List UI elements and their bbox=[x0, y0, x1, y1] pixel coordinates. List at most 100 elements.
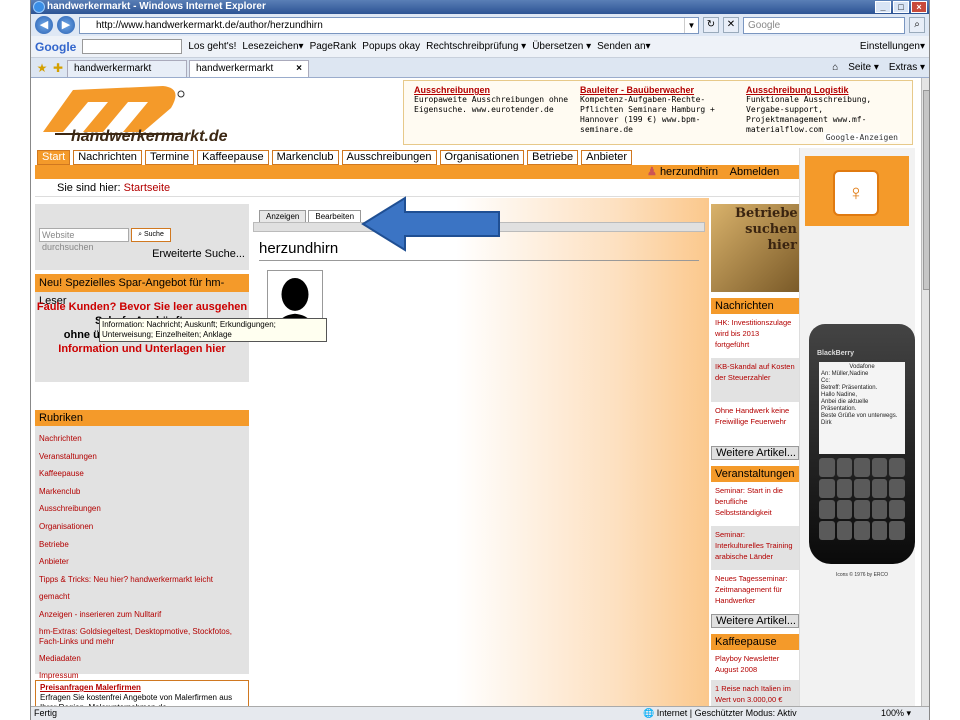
search-panel: Website durchsuchen ⌕ Suche Erweiterte S… bbox=[35, 204, 249, 270]
url-field[interactable]: http://www.handwerkermarkt.de/author/her… bbox=[79, 16, 699, 34]
back-button[interactable]: ◀ bbox=[35, 16, 53, 34]
rubrik-link[interactable]: Betriebe bbox=[39, 536, 245, 554]
username-link[interactable]: herzundhirn bbox=[660, 166, 718, 178]
ad-title[interactable]: Ausschreibung Logistik bbox=[746, 85, 902, 95]
betriebe-promo[interactable]: Betriebe suchen hier bbox=[711, 204, 799, 292]
forward-button[interactable]: ▶ bbox=[57, 16, 75, 34]
nav-betriebe[interactable]: Betriebe bbox=[527, 150, 579, 165]
site-search-button[interactable]: ⌕ Suche bbox=[131, 228, 171, 242]
url-dropdown-icon[interactable]: ▼ bbox=[684, 17, 698, 33]
rubrik-link[interactable]: Anzeigen - inserieren zum Nulltarif bbox=[39, 606, 245, 624]
search-icon[interactable]: ⌕ bbox=[909, 17, 925, 33]
browser-tab[interactable]: handwerkermarkt bbox=[67, 60, 187, 77]
rubrik-link[interactable]: Mediadaten bbox=[39, 650, 245, 668]
stop-icon[interactable]: ✕ bbox=[723, 17, 739, 33]
home-icon[interactable]: ⌂ bbox=[832, 62, 838, 73]
rubrik-link[interactable]: Veranstaltungen bbox=[39, 448, 245, 466]
browser-tab-active[interactable]: handwerkermarkt × bbox=[189, 60, 309, 77]
preis-title[interactable]: Preisanfragen Malerfirmen bbox=[40, 683, 244, 693]
google-search-input[interactable] bbox=[82, 39, 183, 54]
rubriken-list: Nachrichten Veranstaltungen Kaffeepause … bbox=[35, 426, 249, 680]
breadcrumb-prefix: Sie sind hier: bbox=[57, 182, 121, 194]
more-articles-button[interactable]: Weitere Artikel... bbox=[711, 446, 799, 460]
ad-text: Europaweite Ausschreibungen ohne Eigensu… bbox=[414, 95, 569, 114]
google-ads-label[interactable]: Google-Anzeigen bbox=[823, 133, 900, 142]
logout-link[interactable]: Abmelden bbox=[730, 166, 780, 178]
preis-ad[interactable]: Preisanfragen Malerfirmen Erfragen Sie k… bbox=[35, 680, 249, 706]
ad-item[interactable]: Ausschreibung Logistik Funktionale Aussch… bbox=[746, 85, 902, 140]
nav-organisationen[interactable]: Organisationen bbox=[439, 150, 525, 165]
window-title: handwerkermarkt - Windows Internet Explo… bbox=[47, 1, 266, 12]
toolbar-item[interactable]: Senden an▾ bbox=[597, 41, 650, 52]
rubriken-header: Rubriken bbox=[35, 410, 249, 426]
nav-start[interactable]: Start bbox=[37, 150, 71, 165]
rubrik-link[interactable]: Anbieter bbox=[39, 553, 245, 571]
minimize-button[interactable]: _ bbox=[875, 1, 891, 13]
news-item[interactable]: Ohne Handwerk keine Freiwillige Feuerweh… bbox=[711, 402, 799, 446]
page-menu[interactable]: Seite ▾ bbox=[848, 62, 879, 73]
search-input[interactable]: Google bbox=[743, 16, 905, 34]
nav-anbieter[interactable]: Anbieter bbox=[581, 150, 633, 165]
person-icon: ♀ bbox=[833, 170, 879, 216]
settings-button[interactable]: Einstellungen▾ bbox=[860, 41, 925, 52]
tab-bearbeiten[interactable]: Bearbeiten bbox=[308, 210, 362, 222]
rubrik-link[interactable]: Ausschreibungen bbox=[39, 500, 245, 518]
rubrik-link[interactable]: Markenclub bbox=[39, 483, 245, 501]
vertical-scrollbar[interactable] bbox=[921, 78, 929, 706]
phone-line: Beste Grüße von unterwegs. bbox=[821, 413, 898, 419]
site-search-input[interactable]: Website durchsuchen bbox=[39, 228, 129, 252]
nav-markenclub[interactable]: Markenclub bbox=[271, 150, 339, 165]
annotation-arrow bbox=[361, 196, 500, 252]
favorites-star-icon[interactable]: ★ bbox=[35, 61, 49, 75]
nav-termine[interactable]: Termine bbox=[144, 150, 195, 165]
close-window-button[interactable]: × bbox=[911, 1, 927, 13]
rubrik-link[interactable]: hm-Extras: Goldsiegeltest, Desktopmotive… bbox=[39, 624, 245, 650]
kaffeepause-header: Kaffeepause bbox=[711, 634, 799, 650]
toolbar-item[interactable]: Lesezeichen▾ bbox=[242, 41, 303, 52]
phone-credit: Icons © 1976 by ERCO bbox=[835, 572, 889, 578]
scroll-thumb[interactable] bbox=[923, 90, 929, 290]
phone-line: Betreff: Präsentation. bbox=[821, 385, 878, 391]
toolbar-item[interactable]: Los geht's! bbox=[188, 41, 236, 52]
ad-item[interactable]: Ausschreibungen Europaweite Ausschreibung… bbox=[414, 85, 570, 140]
phone-ad[interactable]: BlackBerry Vodafone An: Müller,Nadine Cc… bbox=[809, 324, 915, 578]
close-tab-icon[interactable]: × bbox=[296, 63, 302, 74]
ad-item[interactable]: Bauleiter - Bauüberwacher Kompetenz-Aufga… bbox=[580, 85, 736, 140]
more-articles-button[interactable]: Weitere Artikel... bbox=[711, 614, 799, 628]
ad-title[interactable]: Bauleiter - Bauüberwacher bbox=[580, 85, 736, 95]
toolbar-item[interactable]: PageRank bbox=[310, 41, 357, 52]
extras-menu[interactable]: Extras ▾ bbox=[889, 62, 925, 73]
rubrik-link[interactable]: Organisationen bbox=[39, 518, 245, 536]
advanced-search-link[interactable]: Erweiterte Suche... bbox=[152, 248, 245, 260]
news-item[interactable]: IHK: Investitionszulage wird bis 2013 fo… bbox=[711, 314, 799, 358]
zoom-level[interactable]: 100% ▾ bbox=[881, 707, 911, 720]
event-item[interactable]: Neues Tagesseminar: Zeitmanagement für H… bbox=[711, 570, 799, 614]
event-item[interactable]: Seminar: Interkulturelles Training arabi… bbox=[711, 526, 799, 570]
rubrik-link[interactable]: Tipps & Tricks: Neu hier? handwerkermark… bbox=[39, 571, 245, 606]
ad-title[interactable]: Ausschreibungen bbox=[414, 85, 570, 95]
phone-line: Anbei die aktuelle Präsentation. bbox=[821, 399, 869, 412]
add-favorite-icon[interactable]: ✚ bbox=[51, 61, 65, 75]
news-item[interactable]: IKB-Skandal auf Kosten der Steuerzahler bbox=[711, 358, 799, 402]
kaffee-item[interactable]: 1 Reise nach Italien im Wert von 3.000,0… bbox=[711, 680, 799, 706]
kaffee-item[interactable]: Playboy Newsletter August 2008 bbox=[711, 650, 799, 680]
nav-ausschreibungen[interactable]: Ausschreibungen bbox=[341, 150, 437, 165]
toolbar-item[interactable]: Übersetzen ▾ bbox=[532, 41, 591, 52]
promo-line[interactable]: Faule Kunden? Bevor Sie leer ausgehen bbox=[35, 300, 249, 314]
promo-line[interactable]: Information und Unterlagen hier bbox=[35, 342, 249, 356]
rubrik-link[interactable]: Nachrichten bbox=[39, 430, 245, 448]
phone-keypad bbox=[819, 458, 905, 540]
maximize-button[interactable]: □ bbox=[893, 1, 909, 13]
phone-line: Cc: bbox=[821, 378, 830, 384]
rubrik-link[interactable]: Kaffeepause bbox=[39, 465, 245, 483]
side-banner[interactable]: ♀ bbox=[805, 156, 909, 226]
toolbar-item[interactable]: Rechtschreibprüfung ▾ bbox=[426, 41, 526, 52]
logo-text: handwerkermarkt.de bbox=[71, 128, 228, 145]
nav-nachrichten[interactable]: Nachrichten bbox=[73, 150, 142, 165]
toolbar-item[interactable]: Popups okay bbox=[362, 41, 420, 52]
nav-kaffeepause[interactable]: Kaffeepause bbox=[197, 150, 269, 165]
breadcrumb-link[interactable]: Startseite bbox=[124, 182, 170, 194]
event-item[interactable]: Seminar: Start in die berufliche Selbsts… bbox=[711, 482, 799, 526]
refresh-icon[interactable]: ↻ bbox=[703, 17, 719, 33]
tab-anzeigen[interactable]: Anzeigen bbox=[259, 210, 307, 222]
